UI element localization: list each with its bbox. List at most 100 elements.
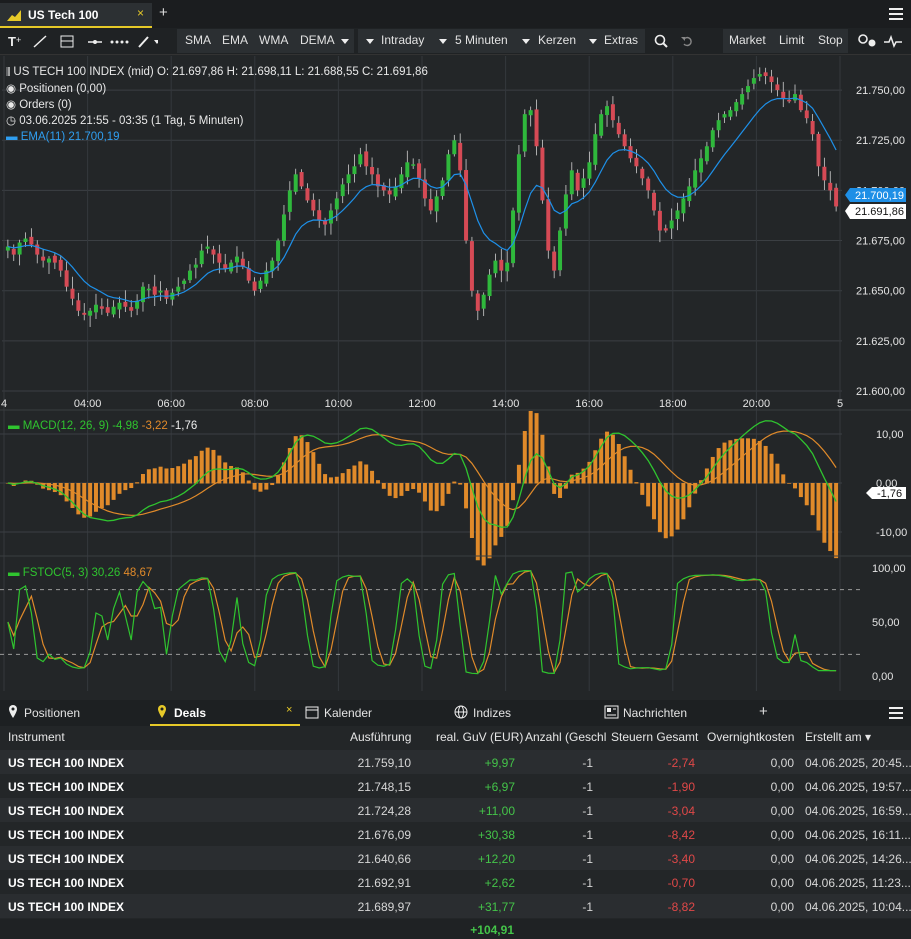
positions-info[interactable]: ◉ Positionen (0,00) [6,81,428,97]
cell-steuern: -1,90 [667,780,695,794]
col-ausfuehrung[interactable]: Ausführung [350,730,411,744]
pulse-icon[interactable] [884,34,902,48]
candle-body [434,196,439,212]
sma-button[interactable]: SMA [185,33,211,47]
extras-menu[interactable]: Extras [604,33,638,47]
macd-histogram-bar [370,470,375,484]
macd-tick-label: -10,00 [876,527,907,539]
table-row[interactable]: US TECH 100 INDEX 21.640,66 +12,20 -1 -3,40 0… [0,846,911,870]
add-tab-button[interactable]: + [159,4,168,21]
macd-histogram-bar [452,481,457,484]
undo-icon[interactable] [681,35,693,47]
cell-steuern: -3,40 [667,852,695,866]
col-overnight[interactable]: Overnightkosten [707,730,794,744]
horizontal-line-icon[interactable] [88,40,102,44]
ema-button[interactable]: EMA [222,33,248,47]
cell-ausfuehrung: 21.692,91 [357,876,411,890]
candle-body [258,280,263,289]
menu-icon[interactable] [889,707,903,719]
cell-overnight: 0,00 [770,876,794,890]
macd-histogram-bar [422,483,427,502]
candle-body [481,294,486,309]
table-row[interactable]: US TECH 100 INDEX 21.724,28 +11,00 -1 -3,04 0… [0,798,911,822]
col-guv[interactable]: real. GuV (EUR) [436,730,523,744]
time-tick-label: 10:00 [325,398,353,410]
tab-nachrichten[interactable]: Nachrichten [623,706,687,720]
col-instrument[interactable]: Instrument [8,730,65,744]
table-row[interactable]: US TECH 100 INDEX 21.689,97 +31,77 -1 -8,82 0… [0,894,911,918]
stop-order-button[interactable]: Stop [818,33,843,47]
chevron-down-icon[interactable] [341,39,349,44]
chart-canvas[interactable]: 21.750,0021.725,0021.700,0021.675,0021.6… [0,56,911,692]
tab-deals[interactable]: Deals [174,706,206,720]
table-row[interactable]: US TECH 100 INDEX 21.692,91 +2,62 -1 -0,70 0,… [0,870,911,894]
candle-body [364,151,369,167]
candle-body [340,184,345,197]
wma-button[interactable]: WMA [259,33,288,47]
orders-info[interactable]: ◉ Orders (0) [6,97,428,113]
macd-histogram-bar [111,483,116,500]
menu-icon[interactable] [889,8,903,20]
text-tool-icon[interactable]: T + [8,34,21,49]
drawing-tools: T + [8,34,158,49]
col-steuern[interactable]: Steuern Gesamt [611,730,698,744]
interval-select[interactable]: Intraday [381,33,424,47]
period-select[interactable]: 5 Minuten [455,33,508,47]
col-anzahl[interactable]: Anzahl (Geschl [525,730,606,744]
macd-histogram-bar [434,483,439,512]
macd-histogram-bar [334,476,339,484]
zoom-icon[interactable] [654,34,668,48]
table-row[interactable]: US TECH 100 INDEX 21.676,09 +30,38 -1 -8,42 0… [0,822,911,846]
tab-positionen[interactable]: Positionen [24,706,80,720]
tab-indizes[interactable]: Indizes [473,706,511,720]
svg-text:+: + [16,35,21,45]
candle-body [370,166,375,175]
chevron-down-icon[interactable] [589,39,597,44]
add-tab-button[interactable]: + [759,703,768,720]
market-order-button[interactable]: Market [729,33,766,47]
chevron-down-icon[interactable] [439,39,447,44]
limit-order-button[interactable]: Limit [779,33,804,47]
macd-histogram-bar [176,466,181,484]
tab-us-tech-100[interactable]: US Tech 100 × [0,3,152,28]
close-tab-icon[interactable]: × [137,6,144,20]
table-row[interactable]: US TECH 100 INDEX 21.759,10 +9,97 -1 -2,74 0,… [0,750,911,774]
macd-legend[interactable]: ▬ MACD(12, 26, 9) -4,98 -3,22 -1,76 [8,420,197,432]
macd-histogram-bar [182,463,187,484]
cell-erstellt: 04.06.2025, 20:45... [805,756,911,770]
macd-histogram-bar [381,483,386,489]
tab-kalender[interactable]: Kalender [324,706,372,720]
cell-anzahl: -1 [582,756,593,770]
macd-histogram-bar [675,483,680,530]
time-tick-label: 08:00 [241,398,269,410]
fibonacci-icon[interactable] [60,35,74,48]
macd-histogram-bar [223,462,228,484]
macd-current-value: -1,76 [877,488,902,500]
brush-icon[interactable] [138,36,158,48]
settings-icon[interactable] [858,34,878,48]
candle-body [746,86,751,93]
candle-body [452,140,457,155]
candle-body [475,293,480,311]
fstoc-legend[interactable]: ▬ FSTOC(5, 3) 30,26 48,67 [8,567,152,579]
candle-body [64,270,69,287]
candle-body [187,270,192,281]
cell-ausfuehrung: 21.689,97 [357,900,411,914]
cell-ausfuehrung: 21.640,66 [357,852,411,866]
price-tick-label: 21.650,00 [856,286,905,298]
candle-body [569,170,574,195]
table-row[interactable]: US TECH 100 INDEX 21.748,15 +6,97 -1 -1,90 0,… [0,774,911,798]
close-tab-icon[interactable]: × [286,704,292,716]
dotted-line-icon[interactable] [110,40,129,44]
cell-instrument: US TECH 100 INDEX [8,780,125,794]
line-tool-icon[interactable] [33,35,47,48]
chevron-down-icon[interactable] [522,39,530,44]
ema-legend[interactable]: ▬ EMA(11) 21.700,19 [6,129,428,145]
chevron-down-icon[interactable] [366,39,374,44]
chart-type-select[interactable]: Kerzen [538,33,576,47]
cell-instrument: US TECH 100 INDEX [8,828,125,842]
col-erstellt[interactable]: Erstellt am ▾ [805,730,871,744]
candle-body [699,158,704,173]
globe-icon [454,705,468,719]
dema-button[interactable]: DEMA [300,33,335,47]
